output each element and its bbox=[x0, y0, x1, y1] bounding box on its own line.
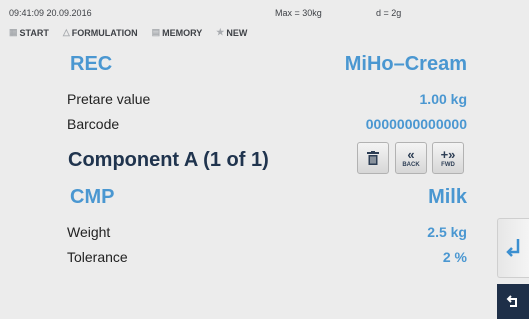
nav-item-label: START bbox=[19, 27, 49, 38]
pretare-label: Pretare value bbox=[67, 91, 151, 107]
division-label: d = 2g bbox=[376, 8, 402, 18]
nav-item-label: MEMORY bbox=[162, 27, 203, 38]
main-panel: REC MiHo–Cream Pretare value 1.00 kg Bar… bbox=[0, 40, 529, 319]
back-button[interactable]: « BACK bbox=[395, 142, 427, 174]
memory-icon: ▤ bbox=[151, 27, 161, 37]
star-icon: ★ bbox=[216, 27, 225, 37]
return-icon bbox=[506, 294, 517, 307]
forward-caption: FWD bbox=[441, 161, 455, 168]
nav-item-label: NEW bbox=[226, 27, 248, 38]
return-button[interactable] bbox=[497, 284, 529, 319]
pretare-value: 1.00 kg bbox=[419, 91, 467, 107]
delete-button[interactable] bbox=[357, 142, 389, 174]
nav-item-start[interactable]: ▦ START bbox=[9, 27, 49, 38]
max-capacity-label: Max = 30kg bbox=[275, 8, 322, 18]
barcode-label: Barcode bbox=[67, 116, 120, 132]
datetime-label: 09:41:09 20.09.2016 bbox=[9, 8, 92, 18]
forward-icon: +» bbox=[440, 146, 456, 162]
status-bar: 09:41:09 20.09.2016 Max = 30kg d = 2g ▦ … bbox=[0, 0, 529, 40]
weight-label: Weight bbox=[67, 224, 111, 240]
nav-item-new[interactable]: ★ NEW bbox=[216, 27, 247, 38]
home-icon: ▦ bbox=[9, 27, 18, 37]
nav-item-formulation[interactable]: △ FORMULATION bbox=[63, 27, 138, 38]
component-key: CMP bbox=[70, 186, 115, 208]
nav-item-memory[interactable]: ▤ MEMORY bbox=[152, 27, 203, 38]
tolerance-label: Tolerance bbox=[67, 249, 128, 265]
tolerance-value: 2 % bbox=[442, 249, 467, 265]
enter-icon bbox=[505, 239, 519, 257]
component-name: Milk bbox=[428, 186, 467, 208]
barcode-value: 0000000000000 bbox=[365, 116, 467, 132]
weight-value: 2.5 kg bbox=[427, 224, 467, 240]
enter-button[interactable] bbox=[497, 218, 529, 278]
recipe-name: MiHo–Cream bbox=[344, 53, 467, 75]
component-title: Component A (1 of 1) bbox=[68, 149, 269, 171]
back-icon: « bbox=[407, 146, 415, 162]
breadcrumb: ▦ START △ FORMULATION ▤ MEMORY ★ NEW bbox=[9, 27, 257, 38]
forward-button[interactable]: +» FWD bbox=[432, 142, 464, 174]
nav-item-label: FORMULATION bbox=[71, 27, 138, 38]
back-caption: BACK bbox=[402, 161, 420, 168]
trash-icon bbox=[367, 151, 379, 165]
recipe-key: REC bbox=[70, 53, 113, 75]
flask-icon: △ bbox=[62, 27, 70, 37]
